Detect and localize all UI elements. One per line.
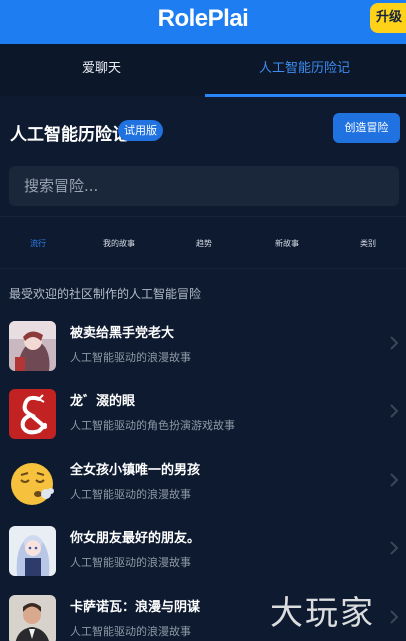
- upgrade-button[interactable]: 升级: [370, 3, 406, 33]
- story-item[interactable]: 被卖给黑手党老大 人工智能驱动的浪漫故事: [0, 316, 406, 384]
- story-description: 人工智能驱动的浪漫故事: [70, 351, 191, 364]
- search-input[interactable]: [9, 166, 399, 206]
- anime-girl-icon: [9, 526, 56, 576]
- app-logo: RolePlai: [157, 5, 249, 32]
- story-title: 龙゛涰的眼: [70, 394, 136, 409]
- chevron-right-icon: [390, 473, 399, 487]
- story-title: 全女孩小镇唯一的男孩: [70, 463, 201, 478]
- filter-categories[interactable]: 类别: [360, 238, 376, 249]
- create-adventure-button[interactable]: 创造冒险: [333, 113, 400, 143]
- story-title: 卡萨诺瓦：浪漫与阴谋: [70, 600, 201, 615]
- story-item[interactable]: 龙゛涰的眼 人工智能驱动的角色扮演游戏故事: [0, 384, 406, 452]
- divider: [0, 268, 406, 269]
- main-tabs: 爱聊天 人工智能历险记: [0, 44, 406, 96]
- filter-trending[interactable]: 趋势: [196, 238, 212, 249]
- active-tab-indicator: [205, 94, 406, 97]
- dnd-ampersand-logo: [9, 389, 56, 439]
- filter-new-stories[interactable]: 新故事: [275, 238, 299, 249]
- story-item[interactable]: 全女孩小镇唯一的男孩 人工智能驱动的浪漫故事: [0, 453, 406, 521]
- story-title: 被卖给黑手党老大: [70, 326, 175, 341]
- chevron-right-icon: [390, 610, 399, 624]
- divider: [0, 216, 406, 217]
- man-portrait-icon: [9, 595, 56, 641]
- sleepy-face-emoji: [9, 458, 56, 508]
- watermark: 大玩家: [270, 593, 375, 632]
- filter-popular[interactable]: 流行: [30, 238, 46, 249]
- story-item[interactable]: 你女朋友最好的朋友。 人工智能驱动的浪漫故事: [0, 521, 406, 589]
- tab-chat[interactable]: 爱聊天: [0, 44, 203, 96]
- filter-my-stories[interactable]: 我的故事: [103, 238, 135, 249]
- story-description: 人工智能驱动的浪漫故事: [70, 625, 191, 638]
- chevron-right-icon: [390, 541, 399, 555]
- top-bar: RolePlai 升级: [0, 0, 406, 44]
- story-title: 你女朋友最好的朋友。: [70, 531, 201, 546]
- chevron-right-icon: [390, 336, 399, 350]
- anime-character-icon: [9, 321, 56, 371]
- tab-ai-adventures[interactable]: 人工智能历险记: [203, 44, 406, 96]
- trial-badge: 试用版: [118, 120, 163, 141]
- story-description: 人工智能驱动的角色扮演游戏故事: [70, 419, 235, 432]
- story-description: 人工智能驱动的浪漫故事: [70, 488, 191, 501]
- chevron-right-icon: [390, 404, 399, 418]
- popular-heading: 最受欢迎的社区制作的人工智能冒险: [9, 287, 202, 301]
- page-title: 人工智能历险记: [10, 125, 129, 145]
- story-description: 人工智能驱动的浪漫故事: [70, 556, 191, 569]
